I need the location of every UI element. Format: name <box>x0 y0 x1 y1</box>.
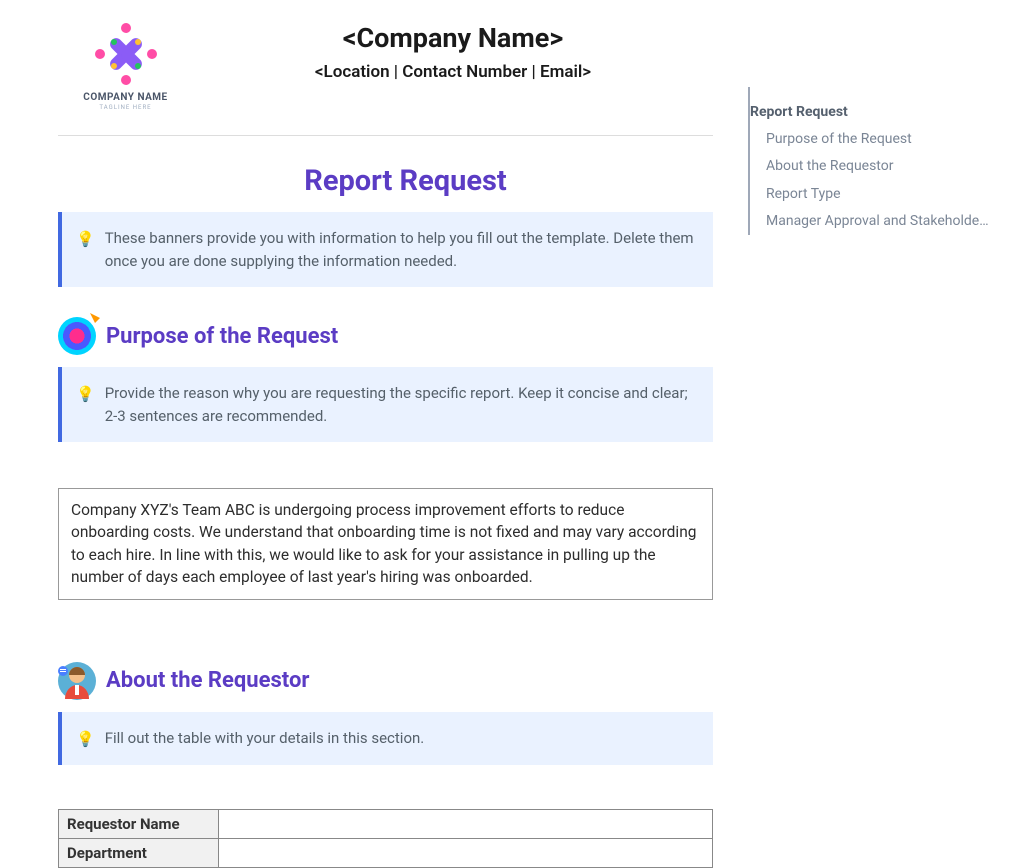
document-main: COMPANY NAME TAGLINE HERE <Company Name>… <box>58 20 713 868</box>
table-row: Department <box>59 839 713 868</box>
table-value[interactable] <box>219 839 713 868</box>
outline-item[interactable]: About the Requestor <box>750 153 1002 180</box>
header: COMPANY NAME TAGLINE HERE <Company Name>… <box>58 20 713 111</box>
bulb-icon: 💡 <box>76 728 95 751</box>
title-block: <Company Name> <Location | Contact Numbe… <box>193 20 713 82</box>
page-title: Report Request <box>98 164 713 198</box>
company-name: <Company Name> <box>193 22 713 54</box>
requestor-section: About the Requestor 💡 Fill out the table… <box>58 662 713 868</box>
requestor-title: About the Requestor <box>106 668 309 693</box>
outline-item[interactable]: Manager Approval and Stakeholder I... <box>750 208 990 235</box>
table-label: Department <box>59 839 219 868</box>
target-icon <box>58 317 96 355</box>
intro-banner: 💡 These banners provide you with informa… <box>58 212 713 287</box>
outline-item[interactable]: Report Type <box>750 181 1002 208</box>
table-row: Requestor Name <box>59 810 713 839</box>
logo-icon <box>92 20 160 88</box>
logo-block: COMPANY NAME TAGLINE HERE <box>58 20 193 111</box>
requestor-banner-text: Fill out the table with your details in … <box>105 727 425 750</box>
outline-sidebar: Report Request Purpose of the Request Ab… <box>748 87 1002 235</box>
purpose-heading: Purpose of the Request <box>58 317 713 355</box>
bulb-icon: 💡 <box>76 383 95 406</box>
intro-banner-text: These banners provide you with informati… <box>105 227 697 272</box>
divider <box>58 135 713 136</box>
purpose-banner-text: Provide the reason why you are requestin… <box>105 382 697 427</box>
table-value[interactable] <box>219 810 713 839</box>
requestor-table: Requestor Name Department <box>58 809 713 868</box>
purpose-section: Purpose of the Request 💡 Provide the rea… <box>58 317 713 600</box>
logo-tagline: TAGLINE HERE <box>99 104 151 111</box>
table-label: Requestor Name <box>59 810 219 839</box>
purpose-title: Purpose of the Request <box>106 324 338 349</box>
requestor-heading: About the Requestor <box>58 662 713 700</box>
person-icon <box>58 662 96 700</box>
company-subtitle: <Location | Contact Number | Email> <box>193 62 713 82</box>
purpose-body[interactable]: Company XYZ's Team ABC is undergoing pro… <box>58 488 713 600</box>
requestor-banner: 💡 Fill out the table with your details i… <box>58 712 713 766</box>
logo-label: COMPANY NAME <box>83 92 167 103</box>
bulb-icon: 💡 <box>76 228 95 251</box>
purpose-banner: 💡 Provide the reason why you are request… <box>58 367 713 442</box>
outline-item[interactable]: Purpose of the Request <box>750 126 1002 153</box>
outline-item-active[interactable]: Report Request <box>750 99 1002 126</box>
